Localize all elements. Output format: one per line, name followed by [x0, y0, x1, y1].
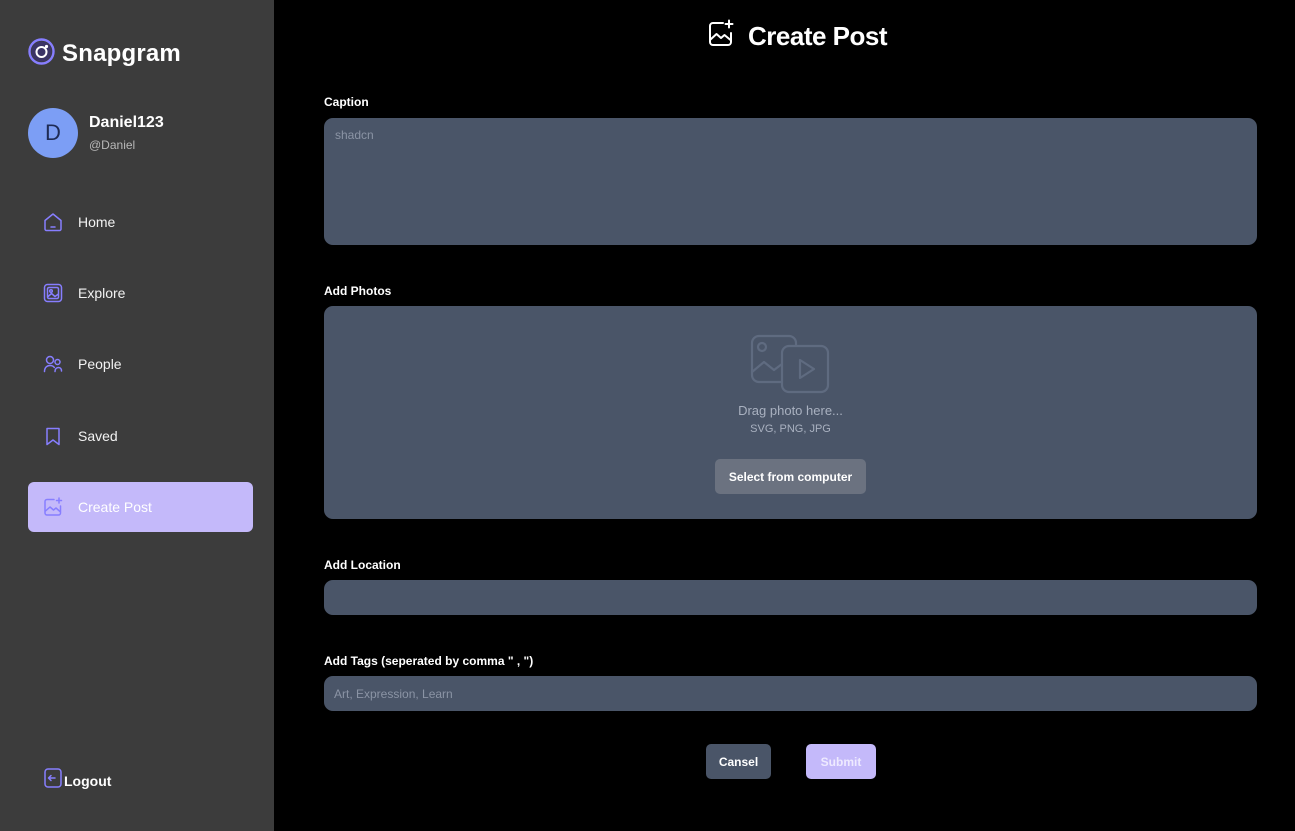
drop-title: Drag photo here...	[738, 403, 843, 418]
home-icon	[42, 211, 64, 233]
avatar: D	[28, 108, 78, 158]
page-title: Create Post	[748, 21, 888, 51]
select-from-computer-button[interactable]: Select from computer	[715, 459, 866, 494]
people-icon	[42, 353, 64, 375]
cancel-button[interactable]: Cansel	[706, 744, 771, 779]
create-post-header-icon	[706, 19, 736, 54]
profile-name: Daniel123	[89, 114, 164, 131]
app-root: Snapgram D Daniel123 @Daniel Home Explor…	[0, 0, 1295, 831]
sidebar-item-people[interactable]: People	[28, 339, 253, 389]
sidebar-item-label: People	[78, 356, 122, 372]
photo-dropzone[interactable]: Drag photo here... SVG, PNG, JPG Select …	[324, 306, 1257, 519]
sidebar-item-label: Explore	[78, 285, 126, 301]
logout-icon	[43, 767, 63, 794]
profile-handle: @Daniel	[89, 138, 136, 152]
logout-button[interactable]: Logout	[43, 767, 111, 794]
snapgram-logo-icon	[28, 38, 55, 70]
sidebar-item-label: Saved	[78, 428, 118, 444]
location-input[interactable]	[324, 580, 1257, 615]
sidebar-item-explore[interactable]: Explore	[28, 268, 253, 318]
sidebar-item-label: Create Post	[78, 499, 152, 515]
sidebar-item-home[interactable]: Home	[28, 197, 253, 247]
caption-textarea[interactable]	[324, 118, 1257, 245]
add-location-label: Add Location	[324, 558, 401, 572]
app-name: Snapgram	[62, 40, 181, 67]
submit-button[interactable]: Submit	[806, 744, 876, 779]
sidebar-item-create-post[interactable]: Create Post	[28, 482, 253, 532]
add-photos-label: Add Photos	[324, 284, 392, 298]
explore-icon	[42, 282, 64, 304]
saved-icon	[42, 425, 64, 447]
left-sidebar: Snapgram D Daniel123 @Daniel Home Explor…	[0, 0, 274, 831]
page-header: Create Post	[706, 19, 888, 54]
tags-input[interactable]	[324, 676, 1257, 711]
create-post-icon	[42, 496, 64, 518]
sidebar-item-label: Home	[78, 214, 116, 230]
add-tags-label: Add Tags (seperated by comma " , ")	[324, 654, 534, 668]
logout-label: Logout	[64, 772, 112, 789]
sidebar-item-saved[interactable]: Saved	[28, 411, 253, 461]
caption-label: Caption	[324, 95, 369, 109]
user-profile[interactable]: D Daniel123 @Daniel	[28, 108, 164, 158]
app-logo[interactable]: Snapgram	[28, 38, 181, 70]
drop-formats: SVG, PNG, JPG	[750, 423, 831, 435]
main-content: Create Post Caption Add Photos Drag phot…	[274, 0, 1295, 831]
file-upload-icon	[750, 334, 832, 401]
